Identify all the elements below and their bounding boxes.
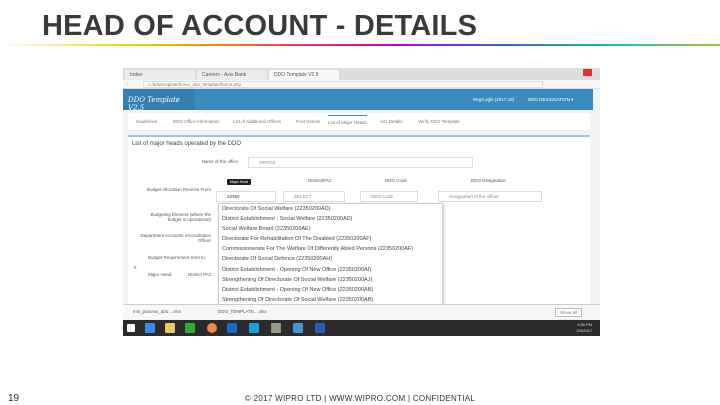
nav-tabs: Guidelines DDO Office Information List o… (128, 113, 590, 130)
section-title: List of major heads operated by the DDO (132, 141, 242, 147)
footer-text: © 2017 WIPRO LTD | WWW.WIPRO.COM | CONFI… (244, 394, 476, 403)
tooltip: Major Head (227, 179, 252, 185)
browser-tab-active[interactable]: DDO Template V2.5 (269, 70, 339, 80)
district-select[interactable]: SELECT (283, 191, 345, 202)
url-input[interactable]: c:/ddotemplate/home_ddo_template/home.ph… (143, 81, 543, 88)
slide-title: HEAD OF ACCOUNT - DETAILS (42, 10, 478, 42)
downloads-bar: mis_process_ddo....xlsx DDO_TEMPLATE....… (123, 304, 600, 319)
skype-icon[interactable] (249, 323, 259, 333)
major-head-autocomplete: Directorate Of Social Welfare (22350200A… (218, 203, 443, 313)
browser-tab-bar: Index Careers - Axis Bank DDO Template V… (123, 68, 600, 80)
outlook-icon[interactable] (227, 323, 237, 333)
taskbar: 4:55 PM 3/9/2017 (123, 320, 600, 336)
close-window-button[interactable] (583, 69, 592, 76)
tab-post-details[interactable]: Post Details (296, 119, 320, 124)
app-header: DDO Template V2.5 Reg/Login (2017-18) DD… (123, 89, 593, 112)
budgeting-element-label: Budgeting Element (where the budget is o… (150, 212, 211, 222)
clock-date: 3/9/2017 (576, 328, 592, 333)
ddo-designation-header: DDO Designation (471, 178, 507, 183)
browser-tab[interactable]: Careers - Axis Bank (197, 70, 267, 80)
table-hash: # (134, 265, 137, 270)
dropdown-option[interactable]: District Establishment - Opening Of New … (219, 265, 442, 275)
table-district: District PAC (188, 272, 212, 277)
tab-additional-offices[interactable]: List of Additional Offices (233, 119, 281, 124)
table-budget-sent: Budget Requirement Sent to (148, 255, 205, 260)
district-header: District/PAC (308, 178, 332, 183)
download-item[interactable]: mis_process_ddo....xlsx (133, 309, 181, 314)
tab-verify[interactable]: Verify DDO Template (418, 119, 460, 124)
dropdown-option[interactable]: Strengthening Of Directorate Of Social W… (219, 275, 442, 285)
major-head-input[interactable]: 22350 (216, 191, 276, 202)
download-item[interactable]: DDO_TEMPLATE....xlsx (218, 309, 267, 314)
dropdown-option[interactable]: Directorate Of Social Defence (22350200A… (219, 254, 442, 264)
ddo-code-input[interactable]: DDO Code (360, 191, 418, 202)
chrome-icon[interactable] (207, 323, 217, 333)
dropdown-option[interactable]: District Establishment - Opening Of New … (219, 285, 442, 295)
app-brand[interactable]: DDO Template V2.5 (123, 89, 195, 112)
screenshot: Index Careers - Axis Bank DDO Template V… (123, 68, 600, 336)
dropdown-option[interactable]: Social Welfare Board (22350200AE) (219, 224, 442, 234)
dropdown-option[interactable]: Directorate Of Social Welfare (22350200A… (219, 204, 442, 214)
tab-major-heads[interactable]: List of Major Heads (328, 115, 367, 125)
ddo-code-header: DDO Code (385, 178, 408, 183)
store-icon[interactable] (185, 323, 195, 333)
app-icon[interactable] (293, 323, 303, 333)
office-label: Name of the office (201, 159, 238, 164)
dropdown-option[interactable]: Directorate For Rehabilitation Of The Di… (219, 234, 442, 244)
address-bar-row: ← c:/ddotemplate/home_ddo_template/home.… (123, 80, 600, 89)
clock-time: 4:55 PM (577, 322, 592, 327)
ddo-designation-input[interactable]: Designation of the officer (438, 191, 542, 202)
folder-icon[interactable] (165, 323, 175, 333)
office-select[interactable]: OFFICE (248, 157, 473, 168)
tab-office-info[interactable]: DDO Office Information (173, 119, 220, 124)
ie-icon[interactable] (145, 323, 155, 333)
word-icon[interactable] (315, 323, 325, 333)
back-icon[interactable]: ← (126, 81, 131, 87)
header-info: Reg/Login (2017-18) (473, 97, 515, 102)
dropdown-option[interactable]: Commissionerate For The Welfare Of Diffe… (219, 244, 442, 254)
table-major-head: Major Head (148, 272, 172, 277)
title-divider (0, 44, 720, 46)
dropdown-option[interactable]: District Establishment - Social Welfare … (219, 214, 442, 224)
reconciliation-label: Department Accounts reconciliation Offic… (140, 233, 211, 243)
app-icon[interactable] (271, 323, 281, 333)
tab-ac-details[interactable]: A/C Details (380, 119, 403, 124)
tab-guidelines[interactable]: Guidelines (136, 119, 157, 124)
ddo-code-placeholder: DDO Code (371, 194, 394, 199)
start-icon[interactable] (127, 324, 135, 332)
user-menu[interactable]: DDO DESIGNATION ▾ (528, 97, 573, 103)
browser-tab[interactable]: Index (125, 70, 195, 80)
ddo-designation-placeholder: Designation of the officer (449, 194, 499, 199)
show-all-button[interactable]: Show all (554, 308, 582, 317)
budget-label: Budget Allocation Receive From (146, 187, 211, 192)
